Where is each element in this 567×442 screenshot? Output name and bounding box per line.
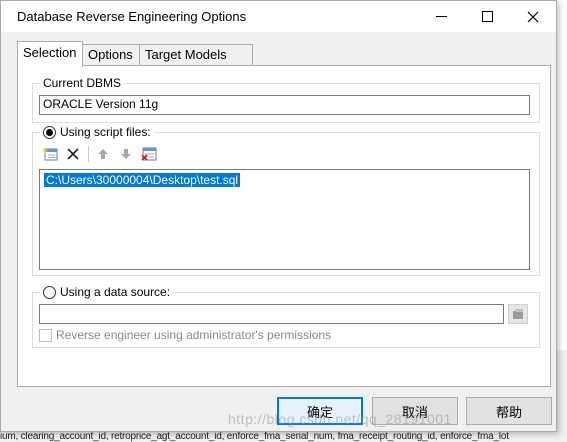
- data-source-radio[interactable]: [43, 285, 56, 299]
- current-dbms-label: Current DBMS: [40, 75, 125, 91]
- current-dbms-field[interactable]: ORACLE Version 11g: [39, 95, 530, 115]
- script-files-radio[interactable]: [43, 125, 56, 139]
- database-icon: [513, 309, 523, 319]
- cancel-button[interactable]: 取消: [372, 397, 458, 425]
- maximize-button[interactable]: [464, 1, 510, 32]
- delete-button[interactable]: [63, 144, 83, 164]
- admin-permissions-label: Reverse engineer using administrator's p…: [56, 328, 332, 342]
- reverse-engineering-dialog: Database Reverse Engineering Options Sel…: [0, 0, 557, 432]
- toolbar-separator: [88, 146, 89, 162]
- delete-icon: [67, 148, 79, 160]
- data-source-input[interactable]: [39, 304, 504, 324]
- ok-button[interactable]: 确定: [277, 397, 363, 425]
- window-title: Database Reverse Engineering Options: [17, 9, 247, 24]
- move-down-button[interactable]: [116, 144, 136, 164]
- tab-options[interactable]: Options: [82, 44, 140, 66]
- tab-selection[interactable]: Selection: [17, 41, 83, 67]
- title-bar[interactable]: Database Reverse Engineering Options: [1, 1, 556, 32]
- add-files-icon: [42, 147, 58, 161]
- arrow-up-icon: [98, 149, 108, 159]
- list-item[interactable]: C:\Users\30000004\Desktop\test.sql: [44, 173, 241, 187]
- data-source-option[interactable]: Using a data source:: [40, 284, 174, 300]
- minimize-button[interactable]: [418, 1, 464, 32]
- script-files-option[interactable]: Using script files:: [40, 124, 154, 140]
- maximize-icon: [481, 11, 493, 22]
- help-button[interactable]: 帮助: [466, 397, 552, 425]
- script-toolbar: [40, 144, 162, 164]
- admin-permissions-option[interactable]: Reverse engineer using administrator's p…: [39, 328, 331, 342]
- minimize-icon: [435, 16, 447, 17]
- clear-list-button[interactable]: [139, 144, 159, 164]
- tab-target-models[interactable]: Target Models: [139, 44, 253, 66]
- script-files-label: Using script files:: [60, 125, 151, 139]
- clear-list-icon: [141, 147, 157, 161]
- arrow-down-icon: [121, 149, 131, 159]
- background-sql-text: ium, clearing_account_id, retroprice_agt…: [0, 431, 509, 442]
- close-icon: [527, 11, 539, 22]
- script-file-list[interactable]: C:\Users\30000004\Desktop\test.sql: [39, 169, 530, 270]
- close-button[interactable]: [510, 1, 556, 32]
- move-up-button[interactable]: [93, 144, 113, 164]
- admin-permissions-checkbox[interactable]: [39, 328, 52, 342]
- add-files-button[interactable]: [40, 144, 60, 164]
- selection-panel: Current DBMS ORACLE Version 11g Using sc…: [17, 65, 551, 387]
- data-source-label: Using a data source:: [60, 285, 171, 299]
- data-source-browse-button[interactable]: [508, 304, 528, 324]
